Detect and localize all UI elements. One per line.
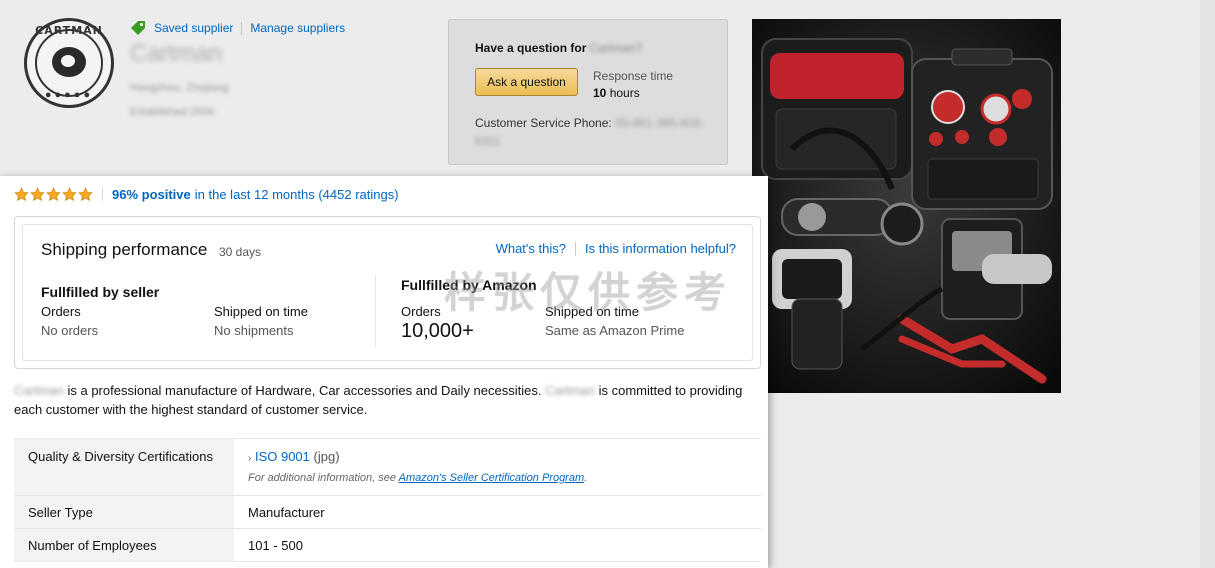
description-seller-name: Cartman [545, 383, 595, 398]
positive-percent-link[interactable]: 96% positive [112, 187, 191, 202]
cert-note: For additional information, see Amazon's… [248, 472, 747, 484]
response-time-value: 10 hours [593, 86, 640, 100]
description-seller-name: Cartman [14, 383, 64, 398]
cert-note-prefix: For additional information, see [248, 472, 396, 484]
star-icon [14, 186, 29, 201]
cert-file-type: (jpg) [313, 449, 340, 464]
tag-icon [131, 21, 145, 35]
fulfilled-by-seller-heading: Fullfilled by seller [41, 284, 160, 300]
divider [574, 241, 576, 256]
seller-orders-value: No orders [41, 323, 99, 338]
cert-note-period: . [584, 472, 588, 484]
divider [102, 187, 103, 201]
star-icon [62, 186, 77, 201]
question-title: Have a question for Cartman? [475, 41, 642, 55]
table-row: Seller Type Manufacturer [14, 495, 761, 529]
divider [241, 21, 243, 35]
seller-type-label: Seller Type [14, 495, 234, 529]
seller-ontime-label: Shipped on time [214, 304, 308, 319]
saved-supplier-link[interactable]: Saved supplier [154, 21, 233, 35]
table-row: Number of Employees 101 - 500 [14, 528, 761, 562]
cert-value: › ISO 9001 (jpg) For additional informat… [234, 438, 761, 496]
shipping-help-links: What's this? Is this information helpful… [496, 241, 736, 256]
is-helpful-link[interactable]: Is this information helpful? [585, 241, 736, 256]
star-rating [14, 186, 94, 202]
seller-ontime-value: No shipments [214, 323, 294, 338]
employees-label: Number of Employees [14, 528, 234, 562]
star-icon [78, 186, 93, 201]
seller-established: Established 2006 [130, 106, 215, 118]
cert-label: Quality & Diversity Certifications [14, 438, 234, 496]
response-time-label: Response time [593, 69, 674, 83]
shipping-period: 30 days [219, 245, 262, 259]
product-photo-illustration [752, 19, 1061, 393]
seller-type-value: Manufacturer [234, 495, 761, 529]
watermark: 样张仅供参考 [444, 268, 733, 317]
shipping-title: Shipping performance [41, 240, 208, 259]
chevron-right-icon: › [248, 453, 252, 464]
iso-9001-link[interactable]: ISO 9001 [255, 449, 310, 464]
seller-description: Cartman is a professional manufacture of… [14, 381, 759, 419]
seller-orders-label: Orders [41, 304, 81, 319]
certification-program-link[interactable]: Amazon's Seller Certification Program [399, 472, 585, 484]
ask-question-button[interactable]: Ask a question [475, 68, 578, 96]
column-divider [375, 275, 376, 347]
supplier-actions: Saved supplier Manage suppliers [130, 19, 345, 37]
seller-location: Hangzhou, Zhejiang [130, 82, 229, 94]
response-time-unit: hours [609, 86, 640, 100]
whats-this-link[interactable]: What's this? [496, 241, 566, 256]
logo-emblem [52, 47, 86, 77]
response-time-number: 10 [593, 86, 607, 100]
customer-service-phone: Customer Service Phone: 00-861-385-818-6… [475, 114, 705, 150]
rating-summary: 96% positive in the last 12 months (4452… [14, 185, 399, 203]
employees-value: 101 - 500 [234, 528, 761, 562]
question-title-prefix: Have a question for [475, 41, 587, 55]
seller-logo: CARTMAN ●●●●● [24, 18, 114, 108]
question-title-name: Cartman? [589, 41, 643, 55]
star-icon [46, 186, 61, 201]
manage-suppliers-link[interactable]: Manage suppliers [250, 21, 345, 35]
description-text-1: is a professional manufacture of Hardwar… [67, 383, 542, 398]
logo-dots: ●●●●● [44, 89, 94, 101]
question-box: Have a question for Cartman? Ask a quest… [448, 19, 728, 165]
scrollbar-track[interactable] [1200, 0, 1215, 568]
seller-details-table: Quality & Diversity Certifications › ISO… [14, 438, 761, 562]
amazon-orders-value: 10,000+ [401, 320, 474, 342]
star-icon [30, 186, 45, 201]
phone-label: Customer Service Phone: [475, 116, 612, 130]
seller-profile-panel: 96% positive in the last 12 months (4452… [0, 176, 768, 568]
product-image [752, 19, 1061, 393]
seller-name: Cartman [130, 40, 223, 67]
cert-line: › ISO 9001 (jpg) [248, 449, 747, 464]
amazon-orders-label: Orders [401, 304, 441, 319]
ratings-count-link[interactable]: in the last 12 months (4452 ratings) [195, 187, 399, 202]
table-row: Quality & Diversity Certifications › ISO… [14, 438, 761, 496]
amazon-ontime-value: Same as Amazon Prime [545, 323, 685, 338]
